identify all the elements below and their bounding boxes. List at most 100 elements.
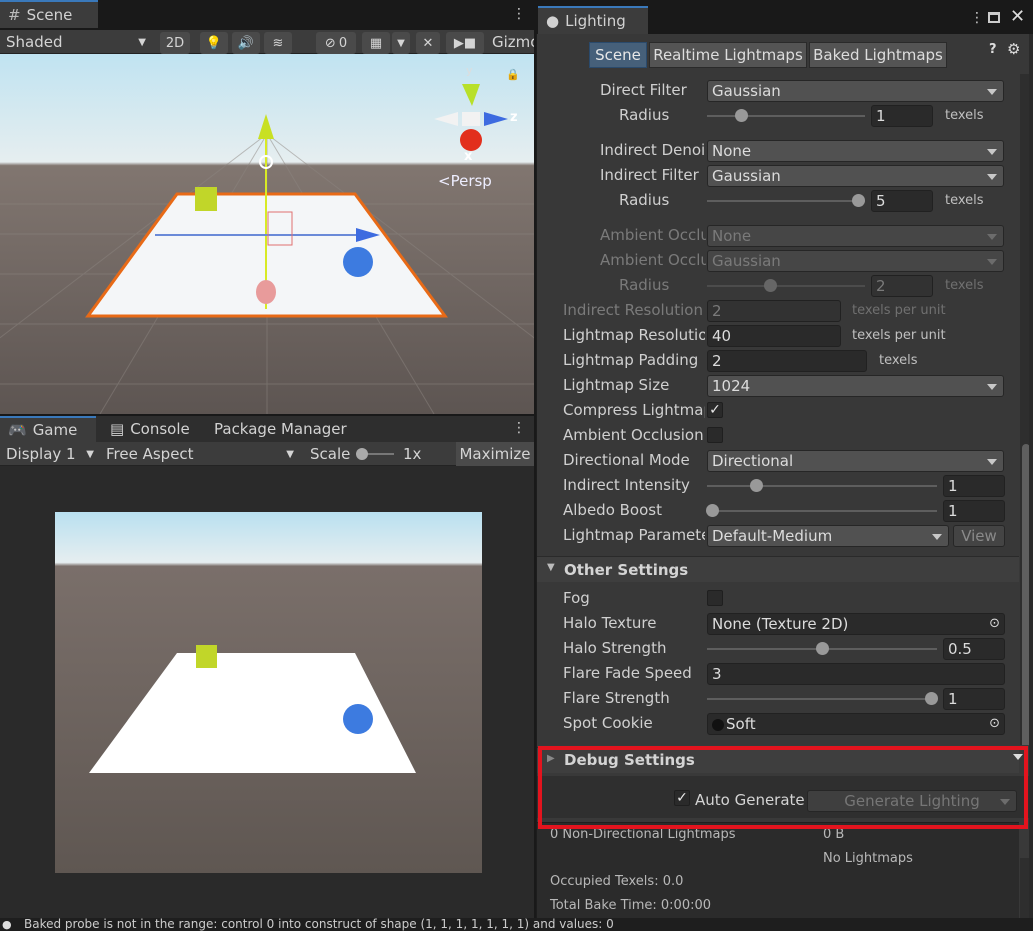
subtab-baked-lightmaps[interactable]: Baked Lightmaps	[809, 42, 947, 68]
lightmap-resolution-field[interactable]: 40	[707, 325, 841, 347]
chevron-down-icon	[987, 234, 997, 240]
spot-cookie-field[interactable]: Soft ⊙	[707, 713, 1005, 735]
indirect-radius-field[interactable]: 5	[871, 190, 933, 212]
flare-strength-slider[interactable]	[707, 698, 937, 700]
indirect-intensity-knob[interactable]	[750, 479, 763, 492]
directional-mode-dropdown[interactable]: Directional	[707, 450, 1004, 472]
ambient-occlusion-checkbox[interactable]	[707, 427, 723, 443]
maximize-button[interactable]: Maximize	[456, 442, 534, 466]
game-render	[89, 645, 416, 773]
ao-radius-field: 2	[871, 275, 933, 297]
lightmap-padding-field[interactable]: 2	[707, 350, 867, 372]
indirect-radius-knob[interactable]	[852, 194, 865, 207]
directional-mode-value: Directional	[712, 452, 794, 470]
indirect-denoiser-dropdown[interactable]: None	[707, 140, 1004, 162]
gizmos-dropdown[interactable]: Gizmos	[492, 30, 534, 54]
indirect-intensity-field[interactable]: 1	[943, 475, 1005, 497]
direct-filter-dropdown[interactable]: Gaussian	[707, 80, 1004, 102]
row-ao-radius: Radius 2 texels	[537, 273, 1019, 298]
display-dropdown[interactable]: Display 1 ▼	[6, 442, 98, 466]
other-settings-header[interactable]: ▼ Other Settings	[537, 556, 1019, 582]
hidden-objects-icon[interactable]: ⊘ 0	[316, 32, 356, 54]
status-icon: ●	[2, 918, 12, 931]
lock-icon[interactable]: 🔒	[506, 68, 520, 81]
scene-viewport[interactable]: y z x 🔒 <Persp	[0, 54, 534, 414]
ao-denoiser-value: None	[712, 227, 752, 245]
lightmap-parameters-value: Default-Medium	[712, 527, 833, 545]
camera-icon[interactable]: ▶■	[446, 32, 484, 54]
lighting-toggle-icon[interactable]: 💡	[200, 32, 228, 54]
direct-radius-unit: texels	[945, 108, 984, 123]
tab-package-manager[interactable]: Package Manager	[206, 416, 355, 442]
lightmap-parameters-dropdown[interactable]: Default-Medium	[707, 525, 949, 547]
tab-lighting-label: Lighting	[565, 12, 626, 30]
kebab-menu-icon[interactable]: ⋮	[512, 6, 526, 22]
chevron-down-icon	[987, 384, 997, 390]
flare-strength-knob[interactable]	[925, 692, 938, 705]
lightmap-parameters-view-button[interactable]: View	[953, 525, 1005, 547]
indirect-filter-label: Indirect Filter	[600, 166, 699, 184]
audio-toggle-icon[interactable]: 🔊	[232, 32, 260, 54]
flare-strength-field[interactable]: 1	[943, 688, 1005, 710]
flare-fade-speed-field[interactable]: 3	[707, 663, 1005, 685]
object-picker-icon[interactable]: ⊙	[989, 614, 1000, 634]
kebab-menu-icon[interactable]: ⋮	[970, 10, 984, 26]
indirect-radius-slider[interactable]	[707, 200, 865, 202]
lightmap-size-label: Lightmap Size	[563, 376, 670, 394]
chevron-down-icon	[987, 149, 997, 155]
lightmap-size-dropdown[interactable]: 1024	[707, 375, 1004, 397]
subtab-realtime-lightmaps[interactable]: Realtime Lightmaps	[649, 42, 807, 68]
compress-lightmaps-checkbox[interactable]: ✓	[707, 402, 723, 418]
lightmap-resolution-label: Lightmap Resolution	[563, 326, 705, 344]
indirect-intensity-slider[interactable]	[707, 485, 937, 487]
status-message: Baked probe is not in the range: control…	[24, 918, 614, 931]
chevron-down-icon: ▼	[86, 448, 94, 460]
subtab-realtime-label: Realtime Lightmaps	[653, 46, 803, 64]
grid-toggle-icon[interactable]: ▦	[362, 32, 390, 54]
scale-slider[interactable]	[356, 448, 394, 460]
albedo-boost-field[interactable]: 1	[943, 500, 1005, 522]
scale-value: 1x	[403, 445, 422, 463]
gear-icon[interactable]: ⚙	[1007, 40, 1020, 58]
halo-strength-field[interactable]: 0.5	[943, 638, 1005, 660]
maximize-window-icon[interactable]	[988, 12, 1000, 23]
direct-radius-field[interactable]: 1	[871, 105, 933, 127]
halo-strength-knob[interactable]	[816, 642, 829, 655]
ao-denoiser-dropdown: None	[707, 225, 1004, 247]
effects-toggle-icon[interactable]: ≋	[264, 32, 292, 54]
indirect-filter-value: Gaussian	[712, 167, 781, 185]
aspect-dropdown[interactable]: Free Aspect ▼	[106, 442, 298, 466]
halo-texture-field[interactable]: None (Texture 2D) ⊙	[707, 613, 1005, 635]
tab-console[interactable]: ▤ Console	[102, 416, 198, 442]
direct-radius-knob[interactable]	[735, 109, 748, 122]
scale-slider-knob[interactable]	[356, 448, 368, 460]
persp-toggle[interactable]: <Persp	[438, 172, 492, 190]
help-icon[interactable]: ?	[989, 42, 997, 57]
kebab-menu-icon[interactable]: ⋮	[512, 420, 526, 436]
subtab-scene-label: Scene	[595, 46, 641, 64]
shading-mode-dropdown[interactable]: Shaded ▼	[6, 30, 152, 54]
direct-filter-label: Direct Filter	[600, 81, 687, 99]
ao-radius-unit: texels	[945, 278, 984, 293]
tab-lighting[interactable]: ● Lighting	[538, 6, 648, 34]
toggle-2d-button[interactable]: 2D	[160, 32, 190, 54]
close-icon[interactable]: ✕	[1010, 6, 1025, 27]
lighting-subtabs: Scene Realtime Lightmaps Baked Lightmaps…	[537, 34, 1020, 76]
game-viewport[interactable]	[0, 466, 534, 918]
albedo-boost-knob[interactable]	[706, 504, 719, 517]
object-picker-icon[interactable]: ⊙	[989, 714, 1000, 734]
subtab-scene[interactable]: Scene	[589, 42, 647, 68]
grid-dropdown-icon[interactable]: ▼	[392, 32, 410, 54]
row-lightmap-size: Lightmap Size 1024	[537, 373, 1019, 398]
total-bake-time: Total Bake Time: 0:00:00	[550, 898, 712, 913]
indirect-filter-dropdown[interactable]: Gaussian	[707, 165, 1004, 187]
tab-game[interactable]: 🎮 Game	[0, 416, 96, 442]
direct-filter-value: Gaussian	[712, 82, 781, 100]
row-ao-denoiser: Ambient Occlusion Denoiser None	[537, 223, 1019, 248]
fog-checkbox[interactable]	[707, 590, 723, 606]
direct-radius-slider[interactable]	[707, 115, 865, 117]
lightmap-size-total: 0 B	[823, 827, 845, 842]
albedo-boost-slider[interactable]	[707, 510, 937, 512]
tab-scene[interactable]: # Scene	[0, 0, 98, 28]
tools-icon[interactable]: ✕	[416, 32, 440, 54]
